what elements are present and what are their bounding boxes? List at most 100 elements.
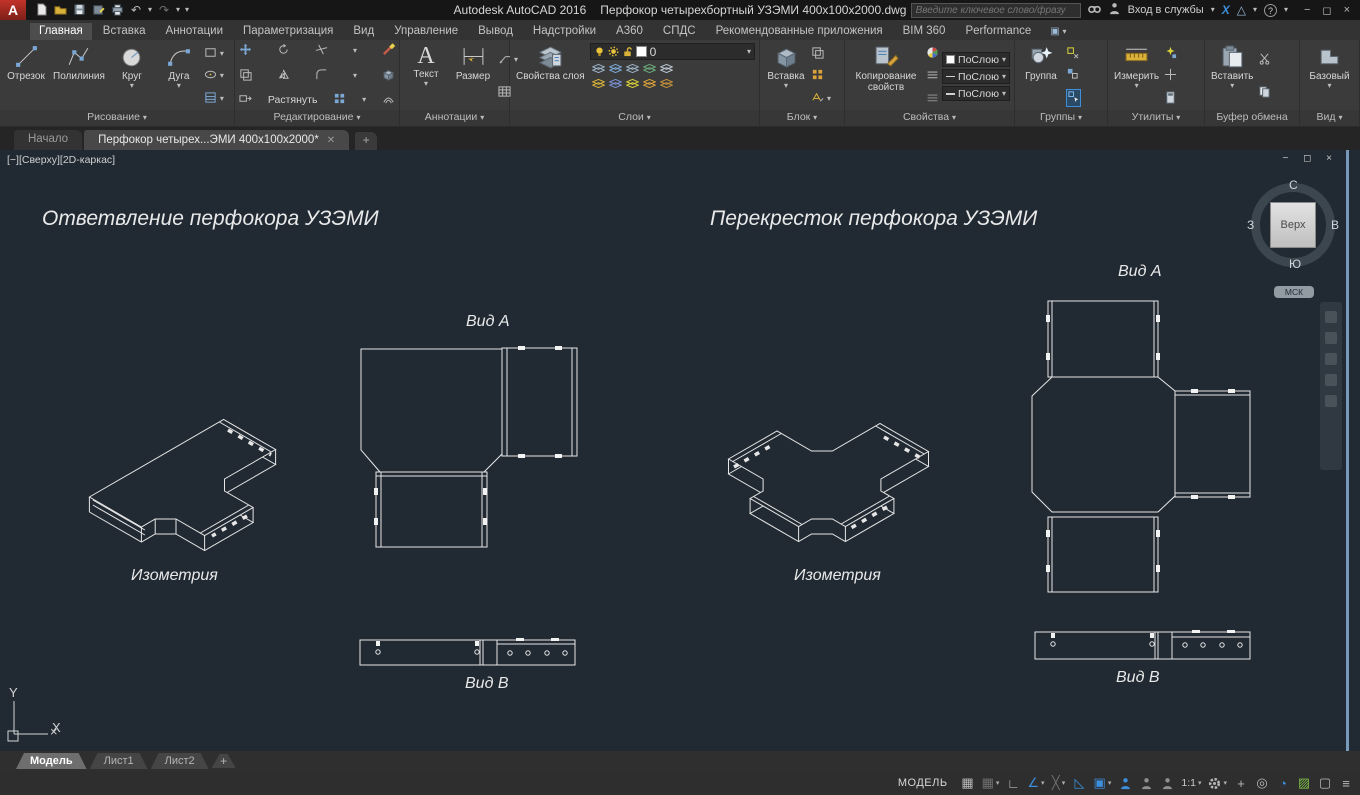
exchange-apps-icon[interactable]: X: [1222, 3, 1230, 17]
color-wheel-icon[interactable]: [926, 46, 939, 62]
annotation-scale-value[interactable]: 1:1 ▾: [1178, 773, 1204, 793]
annotation-scale-icon[interactable]: [1157, 773, 1177, 793]
graphics-performance-button[interactable]: ◔: [1273, 773, 1293, 793]
layer-tool-icon[interactable]: [626, 77, 639, 93]
tab-spds[interactable]: СПДС: [654, 23, 705, 40]
layer-tool-icon[interactable]: [660, 77, 673, 93]
group-edit-icon[interactable]: [1066, 67, 1079, 83]
create-block-icon[interactable]: [811, 46, 824, 62]
signin-label[interactable]: Вход в службы: [1128, 4, 1204, 16]
restore-button[interactable]: ◻: [1322, 4, 1331, 17]
autocad-app-button[interactable]: A: [0, 0, 26, 20]
viewcube-north[interactable]: С: [1289, 178, 1298, 192]
stretch-label[interactable]: Растянуть: [268, 94, 318, 106]
autoscale-toggle[interactable]: [1136, 773, 1156, 793]
qat-customize-icon[interactable]: ▾: [185, 6, 189, 14]
object-snap-toggle[interactable]: ▣ ▾: [1091, 773, 1115, 793]
viewcube-top-face[interactable]: Верх: [1270, 202, 1316, 248]
array-icon[interactable]: [333, 92, 346, 108]
open-file-icon[interactable]: [53, 3, 67, 17]
tab-featured-apps[interactable]: Рекомендованные приложения: [707, 23, 892, 40]
save-icon[interactable]: [72, 3, 86, 17]
viewcube[interactable]: Верх С В Ю З: [1247, 178, 1339, 271]
block-attributes-icon[interactable]: [811, 91, 824, 107]
snap-toggle[interactable]: ▦ ▾: [979, 773, 1003, 793]
a360-dropdown-icon[interactable]: ▾: [1253, 6, 1257, 14]
calculator-icon[interactable]: [1164, 91, 1177, 107]
move-icon[interactable]: [239, 43, 252, 59]
panel-groups-title[interactable]: Группы ▾: [1015, 110, 1107, 126]
panel-properties-title[interactable]: Свойства ▾: [845, 110, 1014, 126]
ellipse-icon[interactable]: [204, 68, 217, 84]
layer-select[interactable]: 0 ▾: [589, 43, 755, 60]
layer-tool-icon[interactable]: [643, 62, 656, 78]
help-dropdown-icon[interactable]: ▾: [1284, 6, 1288, 14]
panel-block-title[interactable]: Блок ▾: [760, 110, 844, 126]
id-point-icon[interactable]: [1164, 68, 1177, 84]
file-tab-drawing[interactable]: Перфокор четырех...ЭМИ 400x100x2000* ✕: [84, 130, 350, 150]
insert-block-button[interactable]: Вставка ▾: [764, 43, 808, 110]
isolate-objects-button[interactable]: ◎: [1252, 773, 1272, 793]
tab-view[interactable]: Вид: [344, 23, 383, 40]
object-color-select[interactable]: ПоСлою ▾: [942, 52, 1010, 67]
tab-performance[interactable]: Performance: [956, 23, 1040, 40]
lineweight-list-icon[interactable]: [926, 91, 939, 107]
line-button[interactable]: Отрезок: [4, 43, 48, 110]
dimension-button[interactable]: Размер: [451, 43, 495, 110]
panel-layers-title[interactable]: Слои ▾: [510, 110, 759, 126]
annotation-monitor-toggle[interactable]: +: [1231, 773, 1251, 793]
layer-tool-icon[interactable]: [609, 62, 622, 78]
file-tab-start[interactable]: Начало: [14, 130, 83, 150]
layer-tool-icon[interactable]: [609, 77, 622, 93]
hatch-icon[interactable]: [204, 91, 217, 107]
viewcube-east[interactable]: В: [1331, 218, 1339, 232]
grid-toggle[interactable]: ▦: [958, 773, 978, 793]
arc-button[interactable]: Дуга ▾: [157, 43, 201, 110]
layer-tool-icon[interactable]: [660, 62, 673, 78]
quick-select-icon[interactable]: [1164, 46, 1177, 62]
layer-tool-icon[interactable]: [592, 62, 605, 78]
stretch-icon[interactable]: [239, 92, 252, 108]
group-button[interactable]: Группа: [1019, 43, 1063, 110]
paste-button[interactable]: Вставить ▾: [1209, 43, 1255, 110]
tab-home[interactable]: Главная: [30, 23, 92, 40]
base-view-button[interactable]: Базовый ▾: [1307, 43, 1351, 110]
viewport-scrollbar[interactable]: [1346, 150, 1349, 751]
ortho-toggle[interactable]: ∟: [1003, 773, 1023, 793]
search-binoculars-icon[interactable]: [1088, 2, 1101, 18]
mirror-icon[interactable]: [277, 68, 290, 84]
layout-tab-sheet1[interactable]: Лист1: [90, 753, 148, 769]
redo-icon[interactable]: ↷: [157, 3, 171, 17]
copy-icon[interactable]: [239, 68, 252, 84]
hardware-acceleration-button[interactable]: ▨: [1294, 773, 1314, 793]
layer-tool-icon[interactable]: [643, 77, 656, 93]
clean-screen-button[interactable]: ▢: [1315, 773, 1335, 793]
minimize-button[interactable]: −: [1304, 4, 1310, 17]
isodraft-toggle[interactable]: ╳ ▾: [1049, 773, 1069, 793]
signin-dropdown-icon[interactable]: ▾: [1211, 6, 1215, 14]
viewcube-west[interactable]: З: [1247, 218, 1254, 232]
tab-output[interactable]: Вывод: [469, 23, 522, 40]
layout-tab-sheet2[interactable]: Лист2: [151, 753, 209, 769]
offset-icon[interactable]: [382, 92, 395, 108]
fillet-icon[interactable]: [315, 68, 328, 84]
save-as-icon[interactable]: [91, 3, 105, 17]
tab-bim360[interactable]: BIM 360: [894, 23, 955, 40]
layout-tab-model[interactable]: Модель: [16, 753, 87, 769]
explode-icon[interactable]: [382, 68, 395, 84]
annotation-visibility-toggle[interactable]: [1115, 773, 1135, 793]
workspace-switch[interactable]: ▾: [1205, 773, 1230, 793]
customization-menu-button[interactable]: ≡: [1336, 773, 1356, 793]
copy-clip-icon[interactable]: [1258, 85, 1271, 101]
undo-icon[interactable]: ↶: [129, 3, 143, 17]
panel-modify-title[interactable]: Редактирование ▾: [235, 110, 399, 126]
panel-clipboard-title[interactable]: Буфер обмена: [1205, 110, 1299, 126]
match-properties-button[interactable]: Копирование свойств: [849, 43, 923, 110]
redo-dropdown-icon[interactable]: ▾: [176, 6, 180, 14]
wcs-button[interactable]: МСК: [1274, 286, 1314, 298]
object-snap-tracking-toggle[interactable]: ◺: [1070, 773, 1090, 793]
panel-view-title[interactable]: Вид ▾: [1300, 110, 1359, 126]
panel-draw-title[interactable]: Рисование ▾: [0, 110, 234, 126]
layer-properties-button[interactable]: Свойства слоя: [514, 43, 587, 110]
new-file-icon[interactable]: [34, 3, 48, 17]
